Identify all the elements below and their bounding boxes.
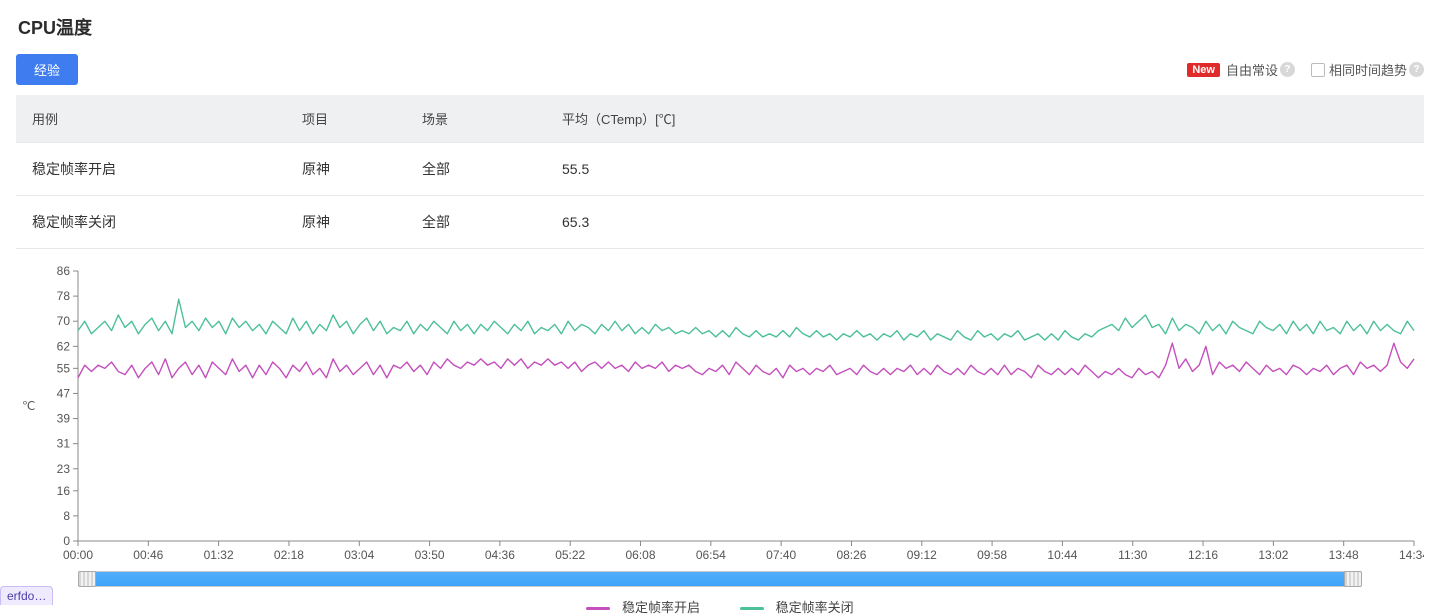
svg-text:01:32: 01:32 xyxy=(204,548,234,562)
svg-text:02:18: 02:18 xyxy=(274,548,304,562)
svg-text:47: 47 xyxy=(57,386,71,400)
cell-project: 原神 xyxy=(286,143,406,196)
svg-text:00:00: 00:00 xyxy=(63,548,93,562)
free-setting-option[interactable]: New 自由常设 ? xyxy=(1187,60,1295,79)
chart-area: ℃ 86 78 70 62 55 47 39 31 23 16 8 000:00 00:46 01:32 0… xyxy=(16,265,1424,616)
y-axis-unit: ℃ xyxy=(22,399,35,413)
svg-text:31: 31 xyxy=(57,437,71,451)
free-setting-label: 自由常设 xyxy=(1226,60,1278,79)
help-icon[interactable]: ? xyxy=(1409,62,1424,77)
table-row[interactable]: 稳定帧率关闭 原神 全部 65.3 xyxy=(16,196,1424,249)
time-range-slider[interactable] xyxy=(78,571,1362,587)
svg-text:00:46: 00:46 xyxy=(133,548,163,562)
legend-swatch xyxy=(740,607,764,610)
svg-text:8: 8 xyxy=(63,509,70,523)
cell-project: 原神 xyxy=(286,196,406,249)
th-scene: 场景 xyxy=(406,95,546,143)
legend-label: 稳定帧率关闭 xyxy=(776,600,854,615)
th-avg: 平均（CTemp）[℃] xyxy=(546,95,1424,143)
svg-text:86: 86 xyxy=(57,265,71,278)
svg-text:04:36: 04:36 xyxy=(485,548,515,562)
table-row[interactable]: 稳定帧率开启 原神 全部 55.5 xyxy=(16,143,1424,196)
th-project: 项目 xyxy=(286,95,406,143)
svg-text:12:16: 12:16 xyxy=(1188,548,1218,562)
svg-text:06:08: 06:08 xyxy=(626,548,656,562)
cell-case: 稳定帧率关闭 xyxy=(16,196,286,249)
svg-text:06:54: 06:54 xyxy=(696,548,726,562)
svg-text:39: 39 xyxy=(57,412,71,426)
legend-label: 稳定帧率开启 xyxy=(622,600,700,615)
svg-text:09:12: 09:12 xyxy=(907,548,937,562)
svg-text:0: 0 xyxy=(63,534,70,548)
svg-text:03:50: 03:50 xyxy=(415,548,445,562)
trend-label: 相同时间趋势 xyxy=(1329,60,1407,79)
cell-scene: 全部 xyxy=(406,143,546,196)
svg-text:09:58: 09:58 xyxy=(977,548,1007,562)
slider-handle-left[interactable] xyxy=(78,571,96,587)
summary-table: 用例 项目 场景 平均（CTemp）[℃] 稳定帧率开启 原神 全部 55.5 … xyxy=(16,95,1424,249)
table-header-row: 用例 项目 场景 平均（CTemp）[℃] xyxy=(16,95,1424,143)
svg-text:62: 62 xyxy=(57,339,71,353)
cpu-temp-line-chart[interactable]: 86 78 70 62 55 47 39 31 23 16 8 000:00 00:46 01:32 02:… xyxy=(16,265,1424,565)
same-time-trend-option[interactable]: 相同时间趋势 ? xyxy=(1311,60,1424,79)
legend-swatch xyxy=(586,607,610,610)
cell-avg: 65.3 xyxy=(546,196,1424,249)
chart-legend: 稳定帧率开启 稳定帧率关闭 xyxy=(16,597,1424,616)
svg-text:13:02: 13:02 xyxy=(1258,548,1288,562)
svg-text:13:48: 13:48 xyxy=(1329,548,1359,562)
svg-text:23: 23 xyxy=(57,462,71,476)
th-case: 用例 xyxy=(16,95,286,143)
toolbar-right: New 自由常设 ? 相同时间趋势 ? xyxy=(1187,60,1424,79)
slider-handle-right[interactable] xyxy=(1344,571,1362,587)
svg-text:11:30: 11:30 xyxy=(1118,548,1147,562)
svg-text:78: 78 xyxy=(57,289,71,303)
new-badge: New xyxy=(1187,63,1220,77)
svg-text:08:26: 08:26 xyxy=(836,548,866,562)
cell-avg: 55.5 xyxy=(546,143,1424,196)
experience-button[interactable]: 经验 xyxy=(16,54,78,85)
page-title: CPU温度 xyxy=(18,14,1424,40)
svg-text:16: 16 xyxy=(57,484,71,498)
svg-text:10:44: 10:44 xyxy=(1047,548,1077,562)
toolbar: 经验 New 自由常设 ? 相同时间趋势 ? xyxy=(16,54,1424,85)
svg-text:14:34: 14:34 xyxy=(1399,548,1424,562)
legend-item-series-1[interactable]: 稳定帧率关闭 xyxy=(740,597,854,616)
cell-scene: 全部 xyxy=(406,196,546,249)
svg-text:05:22: 05:22 xyxy=(555,548,585,562)
trend-checkbox[interactable] xyxy=(1311,63,1325,77)
svg-text:70: 70 xyxy=(57,314,71,328)
svg-text:03:04: 03:04 xyxy=(344,548,374,562)
legend-item-series-0[interactable]: 稳定帧率开启 xyxy=(586,597,700,616)
help-icon[interactable]: ? xyxy=(1280,62,1295,77)
cell-case: 稳定帧率开启 xyxy=(16,143,286,196)
footer-tag[interactable]: erfdo… xyxy=(0,586,53,605)
svg-text:07:40: 07:40 xyxy=(766,548,796,562)
svg-text:55: 55 xyxy=(57,361,71,375)
